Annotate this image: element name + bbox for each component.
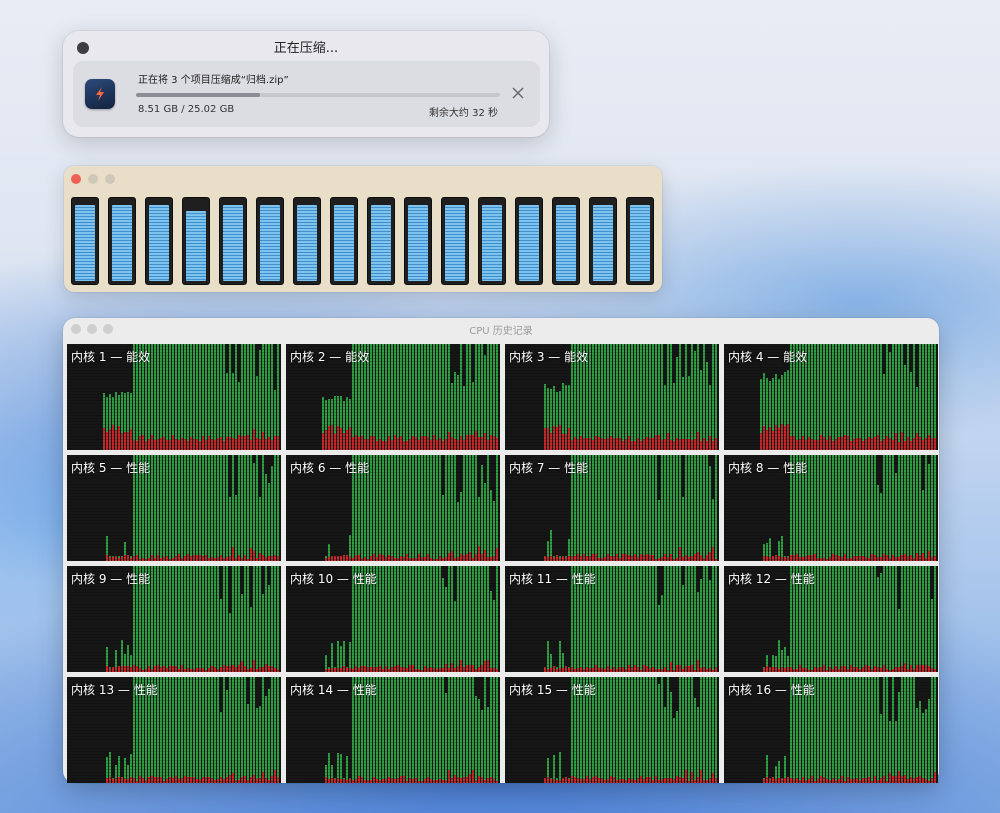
cpu-gauge-level xyxy=(482,205,502,281)
core-label: 内核 7 — 性能 xyxy=(509,461,589,475)
core-label: 内核 2 — 能效 xyxy=(290,350,370,364)
window-close-button[interactable] xyxy=(71,174,81,184)
cpu-gauge-level xyxy=(260,205,280,281)
cpu-gauge-7 xyxy=(293,197,321,285)
core-label: 内核 12 — 性能 xyxy=(728,572,815,586)
cpu-usage-window xyxy=(64,166,662,292)
core-label: 内核 8 — 性能 xyxy=(728,461,808,475)
cpu-gauge-9 xyxy=(367,197,395,285)
cpu-gauge-6 xyxy=(256,197,284,285)
cpu-gauge-level xyxy=(112,205,132,281)
cpu-gauge-level xyxy=(334,205,354,281)
core-panel-2: 内核 2 — 能效 xyxy=(286,344,500,450)
cpu-history-window: CPU 历史记录 内核 1 — 能效 内核 2 — 能效 内核 3 — 能效 内核 4… xyxy=(63,318,939,783)
compress-remaining-text: 剩余大约 32 秒 xyxy=(428,108,498,119)
core-label: 内核 11 — 性能 xyxy=(509,572,596,586)
window-minimize-button[interactable] xyxy=(88,174,98,184)
cpu-gauge-level xyxy=(75,205,95,281)
compress-size-text: 8.51 GB / 25.02 GB xyxy=(138,104,235,115)
core-label: 内核 3 — 能效 xyxy=(509,350,589,364)
cpu-gauge-11 xyxy=(441,197,469,285)
cpu-gauge-15 xyxy=(589,197,617,285)
cpu-gauge-level xyxy=(297,205,317,281)
core-panel-8: 内核 8 — 性能 xyxy=(724,455,938,561)
cpu-gauge-level xyxy=(408,205,428,281)
core-panel-5: 内核 5 — 性能 xyxy=(67,455,281,561)
cpu-gauge-4 xyxy=(182,197,210,285)
core-panel-3: 内核 3 — 能效 xyxy=(505,344,719,450)
core-label: 内核 1 — 能效 xyxy=(71,350,151,364)
core-panel-7: 内核 7 — 性能 xyxy=(505,455,719,561)
cpu-gauge-3 xyxy=(145,197,173,285)
cpu-gauge-14 xyxy=(552,197,580,285)
core-panel-16: 内核 16 — 性能 xyxy=(724,677,938,783)
core-label: 内核 14 — 性能 xyxy=(290,683,377,697)
core-panel-4: 内核 4 — 能效 xyxy=(724,344,938,450)
core-label: 内核 16 — 性能 xyxy=(728,683,815,697)
cpu-gauge-8 xyxy=(330,197,358,285)
core-panel-10: 内核 10 — 性能 xyxy=(286,566,500,672)
compress-progress-fill xyxy=(136,93,260,97)
core-label: 内核 6 — 性能 xyxy=(290,461,370,475)
close-icon[interactable] xyxy=(510,85,526,101)
core-label: 内核 5 — 性能 xyxy=(71,461,151,475)
compress-title: 正在压缩... xyxy=(273,41,339,56)
cpu-gauge-13 xyxy=(515,197,543,285)
compress-progress-card: 正在将 3 个项目压缩成“归档.zip” 8.51 GB / 25.02 GB … xyxy=(73,61,540,127)
core-label: 内核 4 — 能效 xyxy=(728,350,808,364)
cpu-gauge-level xyxy=(630,205,650,281)
cpu-gauge-10 xyxy=(404,197,432,285)
window-zoom-button[interactable] xyxy=(105,174,115,184)
cpu-gauge-level xyxy=(556,205,576,281)
core-label: 内核 10 — 性能 xyxy=(290,572,377,586)
cpu-gauge-level xyxy=(593,205,613,281)
compress-progress-bar xyxy=(136,93,500,97)
cpu-gauge-level xyxy=(519,205,539,281)
cpu-gauge-2 xyxy=(108,197,136,285)
cpu-gauge-12 xyxy=(478,197,506,285)
core-panel-12: 内核 12 — 性能 xyxy=(724,566,938,672)
cpu-history-title: CPU 历史记录 xyxy=(469,326,533,337)
core-panel-6: 内核 6 — 性能 xyxy=(286,455,500,561)
cpu-gauge-level xyxy=(445,205,465,281)
core-panel-14: 内核 14 — 性能 xyxy=(286,677,500,783)
cpu-gauge-16 xyxy=(626,197,654,285)
cpu-gauge-5 xyxy=(219,197,247,285)
core-label: 内核 9 — 性能 xyxy=(71,572,151,586)
cpu-gauge-level xyxy=(223,205,243,281)
cpu-gauge-level xyxy=(371,205,391,281)
cpu-gauge-level xyxy=(149,205,169,281)
core-panel-15: 内核 15 — 性能 xyxy=(505,677,719,783)
compress-window: 正在压缩... 正在将 3 个项目压缩成“归档.zip” 8.51 GB / 2… xyxy=(63,31,549,137)
compress-message: 正在将 3 个项目压缩成“归档.zip” xyxy=(138,75,289,86)
cpu-gauge-level xyxy=(186,211,206,281)
core-panel-9: 内核 9 — 性能 xyxy=(67,566,281,672)
core-label: 内核 13 — 性能 xyxy=(71,683,158,697)
core-panel-1: 内核 1 — 能效 xyxy=(67,344,281,450)
core-panel-11: 内核 11 — 性能 xyxy=(505,566,719,672)
core-panel-13: 内核 13 — 性能 xyxy=(67,677,281,783)
lightning-app-icon xyxy=(85,79,115,109)
cpu-gauge-1 xyxy=(71,197,99,285)
core-label: 内核 15 — 性能 xyxy=(509,683,596,697)
